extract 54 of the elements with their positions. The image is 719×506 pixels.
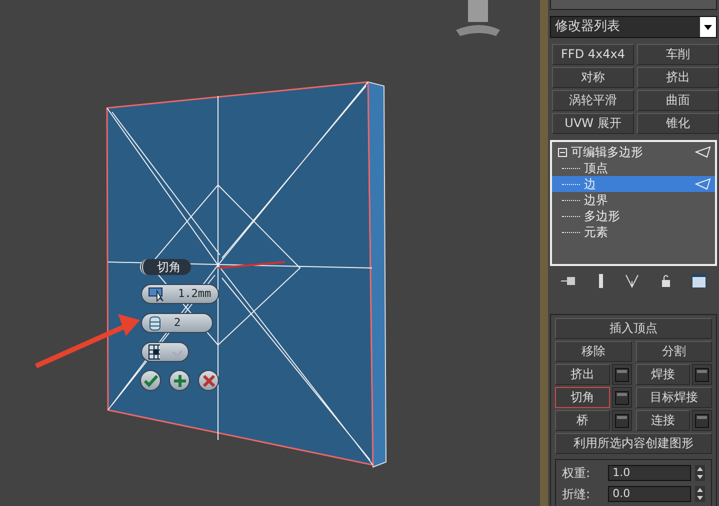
settings-button[interactable]: [692, 364, 712, 385]
tool-button[interactable]: 移除: [555, 341, 632, 362]
segments-value[interactable]: 2: [174, 314, 181, 332]
tool-button[interactable]: 目标焊接: [636, 387, 712, 408]
modifier-button[interactable]: 挤出: [637, 67, 719, 88]
plus-icon: [172, 372, 188, 388]
fork-icon[interactable]: [625, 274, 640, 288]
modifier-button[interactable]: 车削: [637, 44, 719, 65]
modifier-button[interactable]: 锥化: [637, 113, 719, 134]
close-icon: [200, 372, 216, 388]
modifier-list-dropdown[interactable]: 修改器列表: [550, 16, 717, 38]
stack-subitem[interactable]: 边界: [552, 192, 715, 208]
spinner-arrows-icon[interactable]: [695, 486, 705, 502]
modifier-button[interactable]: UVW 展开: [552, 113, 634, 134]
modifier-button[interactable]: FFD 4x4x4: [552, 44, 634, 65]
spinner-field[interactable]: 0.0: [608, 486, 692, 502]
check-icon: [142, 372, 158, 388]
configure-icon[interactable]: [692, 274, 706, 288]
stack-subitem[interactable]: 顶点: [552, 160, 715, 176]
stack-subitem[interactable]: 多边形: [552, 208, 715, 224]
bar-icon[interactable]: [598, 274, 604, 288]
settings-button[interactable]: [612, 410, 632, 431]
settings-button[interactable]: [612, 364, 632, 385]
spinner-label: 折缝:: [562, 486, 592, 503]
modifier-button[interactable]: 涡轮平滑: [552, 90, 634, 111]
spinner-field[interactable]: 1.0: [608, 465, 692, 481]
cursor-icon: [148, 286, 166, 302]
caddy-title: 切角: [140, 259, 191, 275]
tool-button[interactable]: 桥: [555, 410, 610, 431]
pin-icon[interactable]: [560, 275, 577, 287]
tool-button[interactable]: 插入顶点: [555, 318, 712, 339]
tool-button[interactable]: 分割: [636, 341, 712, 362]
settings-button[interactable]: [692, 410, 712, 431]
spinner-arrows-icon[interactable]: [695, 465, 705, 481]
collapse-toggle-icon[interactable]: [558, 148, 567, 156]
modifier-button[interactable]: 曲面: [637, 90, 719, 111]
triangle-icon: [695, 146, 711, 158]
modifier-stack-list[interactable]: 可编辑多边形 顶点 边 边界 多边形 元素: [550, 140, 717, 266]
tool-button[interactable]: 连接: [636, 410, 690, 431]
stack-item-label: 可编辑多边形: [571, 144, 643, 160]
tool-button[interactable]: 利用所选内容创建图形: [555, 433, 712, 454]
segments-icon: [148, 315, 162, 331]
tool-button[interactable]: 切角: [555, 387, 610, 408]
view-cube-icon[interactable]: [456, 0, 500, 36]
stack-subitem[interactable]: 元素: [552, 224, 715, 240]
tool-button[interactable]: 挤出: [555, 364, 610, 385]
tool-button[interactable]: 焊接: [636, 364, 690, 385]
stack-item[interactable]: 可编辑多边形: [552, 144, 715, 160]
lock-icon[interactable]: [660, 274, 671, 288]
modifier-button[interactable]: 对称: [552, 67, 634, 88]
grid-icon[interactable]: [148, 344, 160, 360]
settings-button[interactable]: [612, 387, 632, 408]
spinner-label: 权重:: [562, 465, 592, 482]
triangle-icon: [695, 178, 711, 190]
